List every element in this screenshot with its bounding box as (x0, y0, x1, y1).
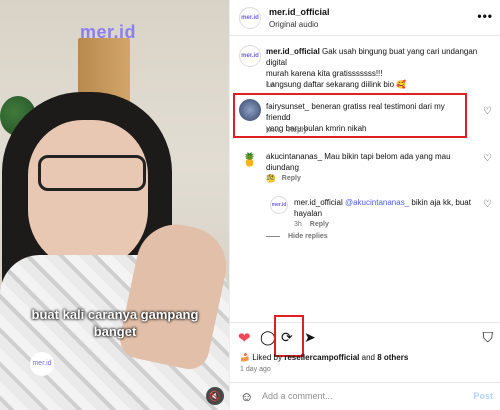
avatar[interactable]: mer.id (239, 45, 261, 67)
comment-input[interactable]: Add a comment... (262, 391, 333, 401)
comment-username[interactable]: mer.id_official (266, 47, 320, 56)
reply-button[interactable]: Reply (282, 175, 301, 182)
avatar[interactable]: mer.id (239, 7, 261, 29)
action-bar: ❤ ◯ ⟳ ➤ ⛉ 🍰 Liked by resellercampofficia… (230, 315, 500, 410)
post-time: 1 day ago (240, 366, 271, 373)
comment-text: bikin aja kk, buat (409, 198, 471, 207)
hide-replies-button[interactable]: Hide replies (288, 233, 328, 240)
heart-filled-icon[interactable]: ❤ (238, 329, 251, 347)
liked-user-link[interactable]: resellercampofficial (284, 353, 359, 362)
likes-count-link[interactable]: 8 others (377, 353, 408, 362)
post-header: mer.id mer.id_official Original audio ••… (230, 0, 500, 36)
audio-label[interactable]: Original audio (269, 20, 318, 29)
comment-time: 1d (266, 175, 274, 182)
glasses (38, 155, 146, 191)
comment-like-icon[interactable]: ♡ (483, 106, 492, 117)
comment-meta: 1d (266, 82, 274, 89)
watermark-brand: mer.id (80, 22, 137, 42)
video-caption: buat kali caranya gampang banget (10, 306, 220, 340)
person-face (28, 120, 148, 270)
comment-meta: 3h Reply (294, 221, 329, 228)
comment-meta: Now Reply (266, 127, 307, 134)
emoji-icon[interactable]: ☺ (240, 389, 253, 404)
repost-icon[interactable]: ⟳ (281, 329, 293, 346)
liked-text: Liked by (252, 353, 285, 362)
liked-by-avatar: 🍰 (240, 353, 250, 362)
comment-text: Langsung daftar sekarang diilink bio 🥰 (266, 80, 407, 89)
comment-like-icon[interactable]: ♡ (483, 153, 492, 164)
comment-time: 3h (294, 221, 302, 228)
caption-comment: mer.id_official Gak usah bingung buat ya… (266, 46, 496, 90)
comment-time: 1d (266, 82, 274, 89)
share-icon[interactable]: ➤ (304, 329, 316, 346)
avatar[interactable] (239, 99, 261, 121)
avatar[interactable]: mer.id (270, 196, 288, 214)
avatar[interactable]: 🍍 (239, 150, 261, 172)
reply-button[interactable]: Reply (310, 221, 329, 228)
speaker-muted-icon[interactable]: 🔇 (206, 387, 224, 405)
mention-link[interactable]: @akucintananas_ (343, 198, 409, 207)
liked-text: and (359, 353, 378, 362)
reel-video[interactable]: mer.id buat kali caranya gampang banget … (0, 0, 229, 410)
liked-by: 🍰 Liked by resellercampofficial and 8 ot… (240, 353, 408, 362)
comment-meta: 1d Reply (266, 175, 301, 182)
comment-text: murah karena kita gratisssssss!!! (266, 69, 383, 78)
comment-time: Now (266, 127, 281, 134)
comment-text: hayalan (294, 209, 323, 218)
reply-button[interactable]: Reply (288, 127, 307, 134)
more-options-icon[interactable]: ••• (477, 9, 493, 23)
comment-username[interactable]: fairysunset_ (266, 102, 309, 111)
caption-line-1: buat kali caranya gampang (31, 307, 199, 322)
caption-line-2: banget (93, 324, 137, 339)
comment-bar: ☺ Add a comment... Post (230, 382, 500, 410)
divider (266, 236, 280, 237)
comments-panel: mer.id mer.id_official Original audio ••… (229, 0, 500, 410)
brand-badge: mer.id (30, 352, 54, 376)
post-button[interactable]: Post (473, 391, 493, 401)
header-username[interactable]: mer.id_official (269, 7, 330, 17)
comment-like-icon[interactable]: ♡ (483, 199, 492, 210)
bookmark-icon[interactable]: ⛉ (483, 329, 494, 346)
reply-comment: mer.id_official @akucintananas_ bikin aj… (294, 197, 474, 219)
comment-username[interactable]: mer.id_official (294, 198, 343, 207)
comment-username[interactable]: akucintananas_ (266, 152, 322, 161)
